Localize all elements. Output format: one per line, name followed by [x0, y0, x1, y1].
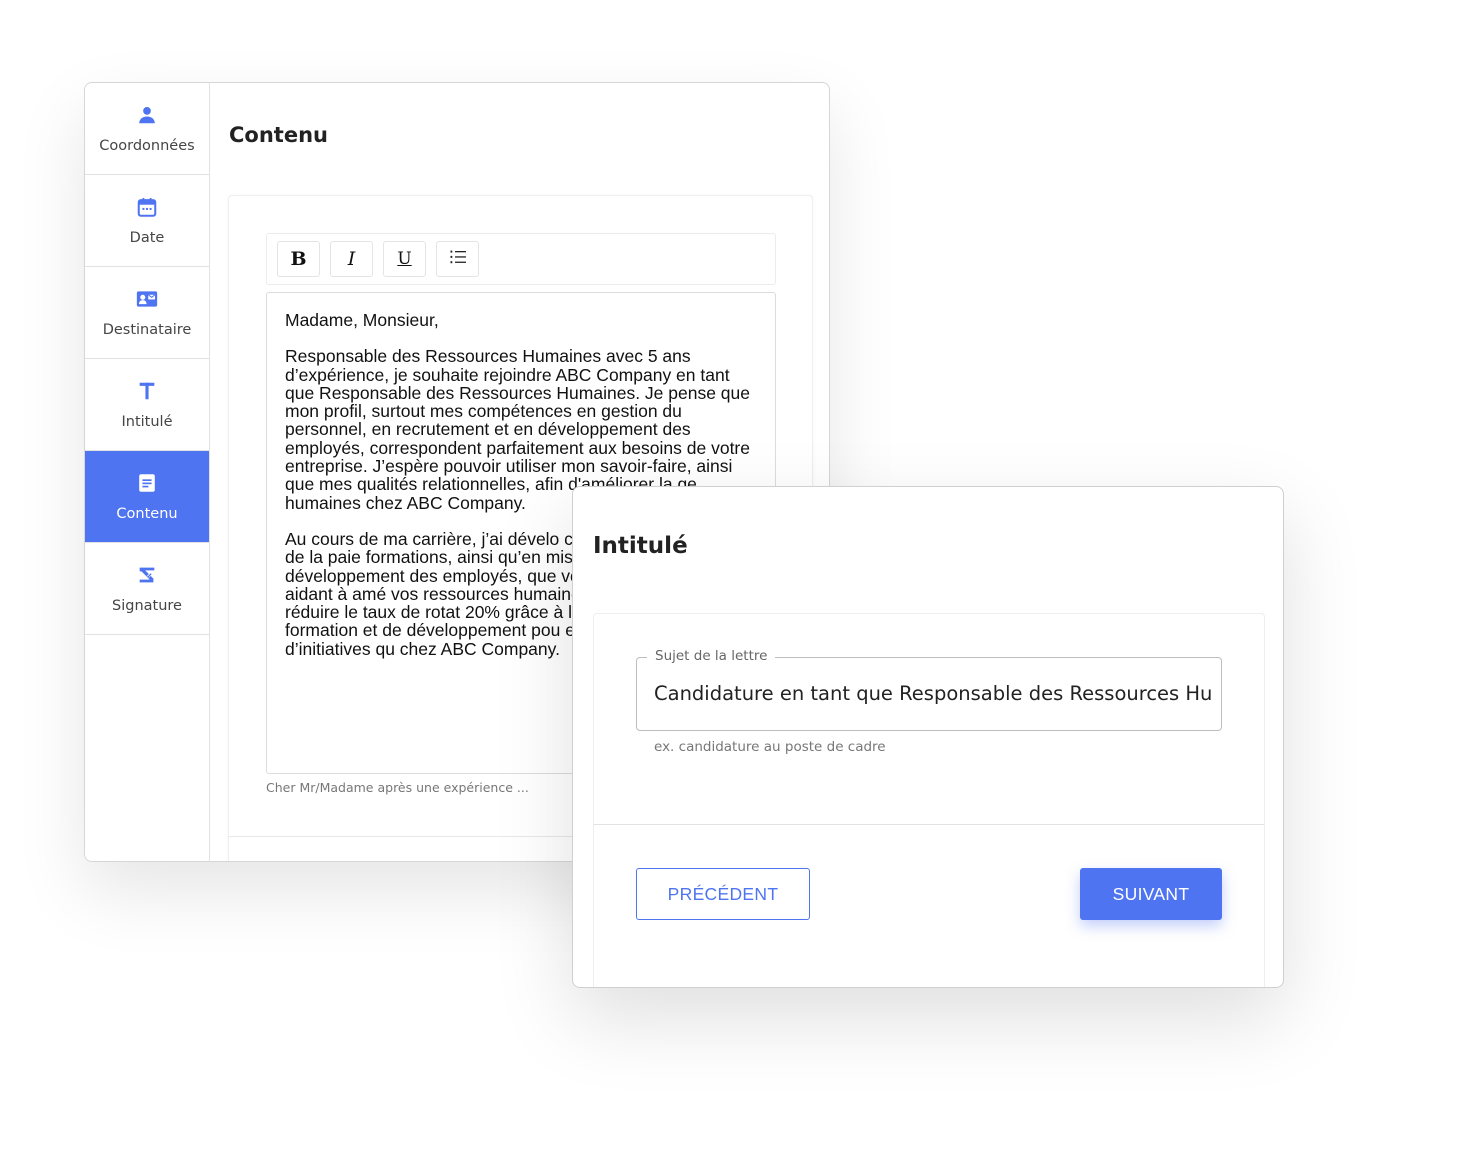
contact-card-icon [136, 288, 158, 310]
bold-button[interactable]: B [277, 241, 320, 277]
intitule-window: Intitulé Sujet de la lettre Candidature … [572, 486, 1284, 988]
sidebar-item-destinataire[interactable]: Destinataire [85, 267, 209, 359]
calendar-icon [136, 196, 158, 218]
sidebar-item-label: Coordonnées [99, 137, 195, 154]
sidebar-item-label: Date [129, 229, 165, 246]
page-title: Contenu [229, 123, 328, 147]
letter-paragraph-text: Responsable des Ressources Humaines avec… [285, 346, 751, 495]
sidebar-item-signature[interactable]: Signature [85, 543, 209, 635]
sidebar-item-date[interactable]: Date [85, 175, 209, 267]
letter-paragraph-tail: humaines chez ABC Company. [285, 492, 526, 513]
steps-sidebar: Coordonnées Date Destinataire Intitulé C… [85, 83, 210, 861]
subject-input[interactable]: Candidature en tant que Responsable des … [637, 658, 1221, 730]
content-hint: Cher Mr/Madame après une expérience ... [266, 780, 529, 795]
signature-icon [136, 564, 158, 586]
list-icon [449, 248, 467, 271]
sidebar-item-intitule[interactable]: Intitulé [85, 359, 209, 451]
document-icon [136, 472, 158, 494]
rich-text-toolbar: B I U [266, 233, 776, 285]
next-button[interactable]: SUIVANT [1080, 868, 1222, 920]
sidebar-item-label: Intitulé [121, 413, 173, 430]
subject-field: Sujet de la lettre Candidature en tant q… [636, 648, 1222, 731]
sidebar-item-coordonnees[interactable]: Coordonnées [85, 83, 209, 175]
sidebar-item-label: Contenu [116, 505, 178, 522]
list-button[interactable] [436, 241, 479, 277]
subject-help-text: ex. candidature au poste de cadre [654, 739, 886, 755]
user-icon [136, 104, 158, 126]
text-t-icon [136, 380, 158, 402]
intitule-card: Sujet de la lettre Candidature en tant q… [593, 613, 1265, 987]
sidebar-item-label: Signature [112, 597, 182, 614]
previous-button[interactable]: PRÉCÉDENT [636, 868, 810, 920]
sidebar-item-label: Destinataire [102, 321, 192, 338]
card-divider [594, 824, 1264, 825]
sidebar-item-contenu[interactable]: Contenu [85, 451, 209, 543]
letter-greeting: Madame, Monsieur, [285, 310, 439, 330]
underline-button[interactable]: U [383, 241, 426, 277]
intitule-title: Intitulé [593, 533, 688, 559]
italic-button[interactable]: I [330, 241, 373, 277]
